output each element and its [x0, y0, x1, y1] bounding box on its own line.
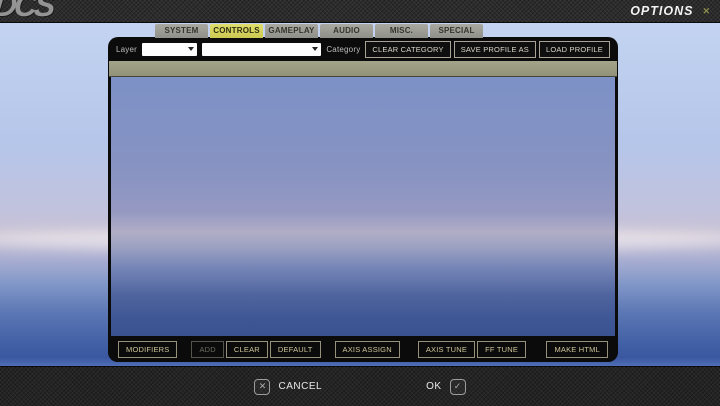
clear-button[interactable]: CLEAR — [226, 341, 268, 358]
bindings-table-body[interactable] — [111, 77, 615, 336]
chevron-down-icon — [312, 47, 318, 51]
profile-button-group: CLEAR CATEGORY SAVE PROFILE AS LOAD PROF… — [365, 41, 610, 58]
save-profile-as-button[interactable]: SAVE PROFILE AS — [454, 41, 536, 58]
ok-check-icon[interactable]: ✓ — [450, 379, 466, 395]
make-html-button[interactable]: MAKE HTML — [546, 341, 608, 358]
page-title: OPTIONS — [630, 4, 693, 18]
layer-label: Layer — [116, 45, 137, 54]
tab-controls[interactable]: CONTROLS — [210, 24, 263, 38]
category-select[interactable] — [202, 43, 322, 56]
dcs-logo-text: DCS — [0, 0, 55, 23]
layer-select[interactable] — [142, 43, 197, 56]
cancel-x-icon[interactable]: ✕ — [254, 379, 270, 395]
controls-toolbar: Layer Category CLEAR CATEGORY SAVE PROFI… — [108, 37, 618, 61]
ok-button[interactable]: OK ✓ — [426, 379, 465, 395]
clear-category-button[interactable]: CLEAR CATEGORY — [365, 41, 450, 58]
controls-panel: Layer Category CLEAR CATEGORY SAVE PROFI… — [108, 37, 618, 362]
ok-label: OK — [426, 381, 441, 392]
close-icon[interactable]: ✕ — [702, 6, 710, 17]
bindings-table-header — [109, 61, 617, 77]
axis-tune-button[interactable]: AXIS TUNE — [418, 341, 475, 358]
default-button[interactable]: DEFAULT — [270, 341, 321, 358]
modifiers-button[interactable]: MODIFIERS — [118, 341, 177, 358]
action-bar: ✕ CANCEL OK ✓ — [0, 366, 720, 406]
tab-gameplay[interactable]: GAMEPLAY — [265, 24, 318, 38]
controls-footer-toolbar: MODIFIERS ADD CLEAR DEFAULT AXIS ASSIGN … — [108, 336, 618, 362]
add-button[interactable]: ADD — [191, 341, 223, 358]
tab-system[interactable]: SYSTEM — [155, 24, 208, 38]
ff-tune-button[interactable]: FF TUNE — [477, 341, 526, 358]
tab-special[interactable]: SPECIAL — [430, 24, 483, 38]
titlebar-right: OPTIONS ✕ — [630, 4, 720, 18]
cancel-label: CANCEL — [278, 381, 322, 392]
options-screen: DCS OPTIONS ✕ SYSTEM CONTROLS GAMEPLAY A… — [0, 0, 720, 406]
category-label: Category — [326, 45, 360, 54]
cancel-button[interactable]: ✕ CANCEL — [254, 379, 322, 395]
load-profile-button[interactable]: LOAD PROFILE — [539, 41, 610, 58]
options-tabs: SYSTEM CONTROLS GAMEPLAY AUDIO MISC. SPE… — [155, 24, 483, 38]
chevron-down-icon — [188, 47, 194, 51]
tab-misc[interactable]: MISC. — [375, 24, 428, 38]
title-bar: DCS OPTIONS ✕ — [0, 0, 720, 23]
dcs-logo: DCS — [0, 0, 78, 23]
axis-assign-button[interactable]: AXIS ASSIGN — [335, 341, 400, 358]
tab-audio[interactable]: AUDIO — [320, 24, 373, 38]
